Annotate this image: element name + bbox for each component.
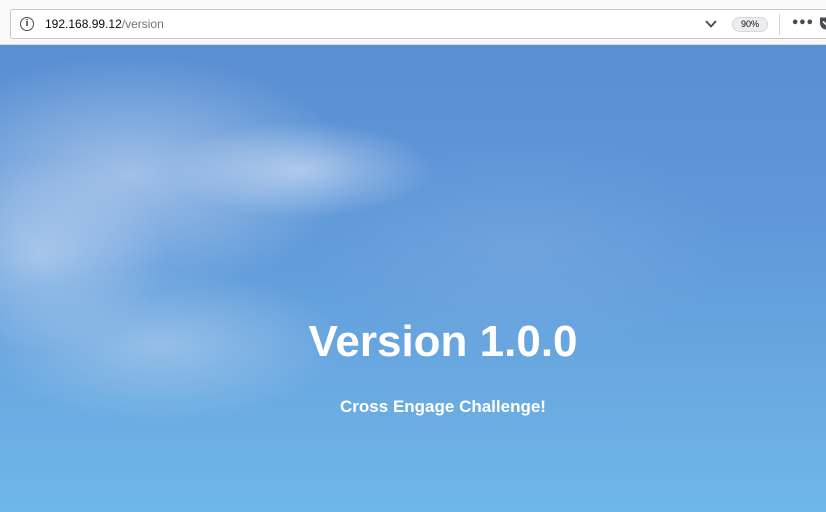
url-path: /version [121,17,164,31]
toolbar-divider [779,14,780,35]
url-text[interactable]: 192.168.99.12/version [45,17,164,32]
challenge-subtitle: Cross Engage Challenge! [340,397,546,416]
chevron-down-icon[interactable] [704,17,718,31]
sky-background-image [0,45,826,512]
url-host: 192.168.99.12 [45,17,122,31]
page-content: Version 1.0.0 Cross Engage Challenge! [0,45,826,512]
pocket-icon[interactable] [819,16,826,31]
address-bar[interactable]: i 192.168.99.12/version 90% ••• [10,9,826,39]
info-icon[interactable]: i [20,17,34,31]
browser-toolbar: i 192.168.99.12/version 90% ••• [0,0,826,45]
more-icon[interactable]: ••• [791,16,814,32]
version-heading: Version 1.0.0 [308,317,578,366]
zoom-level-badge[interactable]: 90% [732,17,768,32]
